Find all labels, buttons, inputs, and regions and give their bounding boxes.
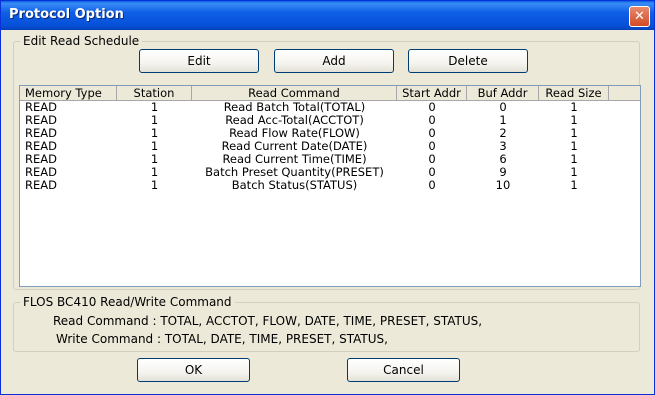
protocol-option-dialog: Protocol Option ✕ Edit Read Schedule Edi… [0,0,655,395]
cell-buf-addr: 3 [499,140,507,153]
list-row[interactable]: READ 1 Read Batch Total(TOTAL) 0 0 1 [20,101,640,114]
cell-buf-addr: 2 [499,127,507,140]
cancel-button[interactable]: Cancel [347,358,460,382]
cell-start-addr: 0 [428,140,436,153]
list-row[interactable]: READ 1 Batch Preset Quantity(PRESET) 0 9… [20,166,640,179]
column-header-read-command[interactable]: Read Command [192,86,397,100]
group-label-schedule: Edit Read Schedule [20,34,143,48]
list-row[interactable]: READ 1 Read Flow Rate(FLOW) 0 2 1 [20,127,640,140]
close-button[interactable]: ✕ [629,6,650,27]
cell-read-command: Read Batch Total(TOTAL) [223,101,366,114]
add-button[interactable]: Add [274,49,394,73]
list-row[interactable]: READ 1 Read Acc-Total(ACCTOT) 0 1 1 [20,114,640,127]
cell-read-command: Batch Status(STATUS) [231,179,358,192]
cell-read-size: 1 [570,166,578,179]
group-label-commands: FLOS BC410 Read/Write Command [20,295,235,309]
cell-read-size: 1 [570,127,578,140]
cell-read-command: Read Current Date(DATE) [221,140,368,153]
column-header-read-size[interactable]: Read Size [539,86,609,100]
window-title: Protocol Option [9,7,124,22]
column-header-memory-type[interactable]: Memory Type [20,86,117,100]
list-rows: READ 1 Read Batch Total(TOTAL) 0 0 1 REA… [20,101,640,192]
cell-read-command: Read Current Time(TIME) [222,153,367,166]
cell-station: 1 [150,166,159,179]
list-row[interactable]: READ 1 Batch Status(STATUS) 0 10 1 [20,179,640,192]
cell-memory-type: READ [25,153,57,166]
column-header-start-addr[interactable]: Start Addr [397,86,467,100]
cell-station: 1 [150,140,159,153]
write-command-line: Write Command : TOTAL, DATE, TIME, PRESE… [56,332,388,346]
cell-read-size: 1 [570,101,578,114]
cell-memory-type: READ [25,101,57,114]
cell-buf-addr: 9 [499,166,507,179]
edit-button[interactable]: Edit [139,49,259,73]
cell-buf-addr: 0 [499,101,507,114]
cell-buf-addr: 10 [495,179,511,192]
cell-buf-addr: 6 [499,153,507,166]
read-schedule-list[interactable]: Memory Type Station Read Command Start A… [19,85,641,287]
cell-start-addr: 0 [428,166,436,179]
cell-station: 1 [150,179,159,192]
cell-read-size: 1 [570,179,578,192]
cell-read-command: Batch Preset Quantity(PRESET) [205,166,384,179]
cell-memory-type: READ [25,127,57,140]
cell-start-addr: 0 [428,179,436,192]
delete-button[interactable]: Delete [408,49,528,73]
cell-station: 1 [150,127,159,140]
cell-buf-addr: 1 [499,114,507,127]
cell-read-size: 1 [570,153,578,166]
cell-read-size: 1 [570,114,578,127]
cell-memory-type: READ [25,114,57,127]
column-header-buf-addr[interactable]: Buf Addr [467,86,539,100]
read-command-line: Read Command : TOTAL, ACCTOT, FLOW, DATE… [53,314,483,328]
cell-start-addr: 0 [428,153,436,166]
ok-button[interactable]: OK [137,358,250,382]
cell-memory-type: READ [25,166,57,179]
list-row[interactable]: READ 1 Read Current Time(TIME) 0 6 1 [20,153,640,166]
close-icon: ✕ [634,9,645,24]
cell-read-command: Read Acc-Total(ACCTOT) [225,114,364,127]
list-row[interactable]: READ 1 Read Current Date(DATE) 0 3 1 [20,140,640,153]
cell-station: 1 [150,101,159,114]
title-bar[interactable]: Protocol Option ✕ [1,1,654,30]
cell-memory-type: READ [25,140,57,153]
cell-station: 1 [150,153,159,166]
column-header-station[interactable]: Station [117,86,192,100]
cell-start-addr: 0 [428,101,436,114]
cell-memory-type: READ [25,179,57,192]
cell-start-addr: 0 [428,114,436,127]
cell-station: 1 [150,114,159,127]
cell-start-addr: 0 [428,127,436,140]
cell-read-command: Read Flow Rate(FLOW) [229,127,360,140]
list-header: Memory Type Station Read Command Start A… [20,86,640,101]
cell-read-size: 1 [570,140,578,153]
